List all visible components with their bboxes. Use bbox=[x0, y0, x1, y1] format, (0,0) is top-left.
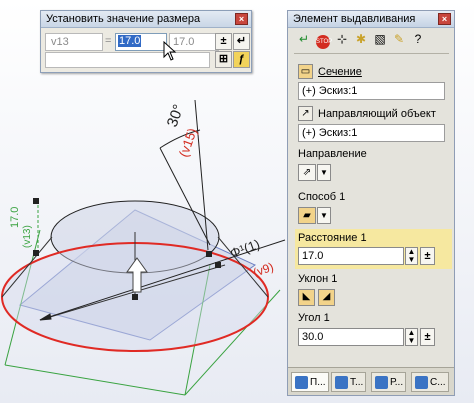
method-icon[interactable]: ▰ bbox=[298, 207, 316, 224]
distance-label: Расстояние 1 bbox=[298, 232, 367, 244]
tab-thin-wall[interactable]: Т... bbox=[331, 372, 367, 392]
parameters-icon bbox=[295, 376, 308, 389]
distance-spinner[interactable]: ▲ ▼ bbox=[405, 247, 418, 265]
slope-label: Уклон 1 bbox=[298, 273, 338, 285]
tab-label: П... bbox=[310, 377, 326, 388]
panel-tabs: П... Т... Р... С... bbox=[288, 367, 454, 395]
section-label: Сечение bbox=[318, 66, 362, 78]
guide-object-icon[interactable]: ↗ bbox=[298, 106, 313, 121]
thin-wall-icon bbox=[335, 376, 348, 389]
panel-title: Элемент выдавливания bbox=[293, 13, 416, 25]
functions-icon[interactable]: ƒ bbox=[233, 51, 250, 68]
enter-button[interactable]: ↵ bbox=[233, 33, 250, 50]
mouse-cursor-icon bbox=[163, 41, 177, 61]
guide-object-field[interactable]: (+) Эскиз:1 bbox=[298, 124, 445, 142]
slope-out-icon[interactable]: ◢ bbox=[318, 289, 335, 306]
method-dropdown-arrow[interactable]: ▼ bbox=[317, 207, 331, 224]
magic-icon[interactable]: ✱ bbox=[353, 31, 369, 47]
plus-minus-button[interactable]: ± bbox=[215, 33, 232, 50]
tab-parameters[interactable]: П... bbox=[291, 372, 329, 392]
angle-spinner[interactable]: ▲ ▼ bbox=[405, 328, 418, 346]
method-label: Способ 1 bbox=[298, 191, 346, 203]
expression-field[interactable] bbox=[45, 52, 210, 68]
tab-settings[interactable]: С... bbox=[411, 372, 449, 392]
snap-icon[interactable]: ⊹ bbox=[334, 31, 350, 47]
distance-input[interactable]: 17.0 bbox=[298, 247, 404, 265]
dimension-dialog: Установить значение размера × v13 = 17.0… bbox=[40, 10, 252, 73]
angle-plus-minus-button[interactable]: ± bbox=[420, 328, 435, 346]
stop-icon[interactable]: STOP bbox=[315, 31, 332, 49]
dimension-value-selection: 17.0 bbox=[118, 35, 142, 47]
height-value-label: 17.0 bbox=[9, 207, 21, 228]
properties-icon bbox=[375, 376, 388, 389]
dimension-dialog-titlebar[interactable]: Установить значение размера × bbox=[41, 11, 251, 28]
angle-label: Угол 1 bbox=[298, 312, 330, 324]
dimension-dialog-title: Установить значение размера bbox=[46, 13, 201, 25]
panel-close-button[interactable]: × bbox=[438, 13, 451, 25]
create-object-icon[interactable]: ↵ bbox=[296, 31, 312, 47]
hatch-icon[interactable]: ▧ bbox=[372, 31, 388, 47]
edit-icon[interactable]: ✎ bbox=[391, 31, 407, 47]
guide-object-label: Направляющий объект bbox=[318, 108, 436, 120]
angle-input[interactable]: 30.0 bbox=[298, 328, 404, 346]
tab-properties[interactable]: Р... bbox=[371, 372, 407, 392]
direction-dropdown-arrow[interactable]: ▼ bbox=[317, 164, 331, 181]
direction-icon[interactable]: ⇗ bbox=[298, 164, 316, 181]
variables-icon[interactable]: ⊞ bbox=[215, 51, 232, 68]
close-button[interactable]: × bbox=[235, 13, 248, 25]
section-field[interactable]: (+) Эскиз:1 bbox=[298, 82, 445, 100]
direction-label: Направление bbox=[298, 148, 367, 160]
variable-name-field: v13 bbox=[45, 33, 103, 51]
height-variable-label: (v13) bbox=[22, 225, 33, 248]
settings-icon bbox=[415, 376, 428, 389]
distance-plus-minus-button[interactable]: ± bbox=[420, 247, 435, 265]
section-icon[interactable]: ▭ bbox=[298, 64, 313, 79]
help-icon[interactable]: ? bbox=[410, 31, 426, 47]
tab-label: Р... bbox=[390, 377, 404, 388]
panel-titlebar[interactable]: Элемент выдавливания × bbox=[288, 11, 454, 28]
extrusion-panel: Элемент выдавливания × ↵ STOP ⊹ ✱ ▧ ✎ ? … bbox=[287, 10, 455, 396]
dimension-value-input[interactable]: 17.0 bbox=[115, 33, 167, 51]
tab-label: С... bbox=[430, 377, 446, 388]
slope-in-icon[interactable]: ◣ bbox=[298, 289, 315, 306]
tab-label: Т... bbox=[350, 377, 364, 388]
